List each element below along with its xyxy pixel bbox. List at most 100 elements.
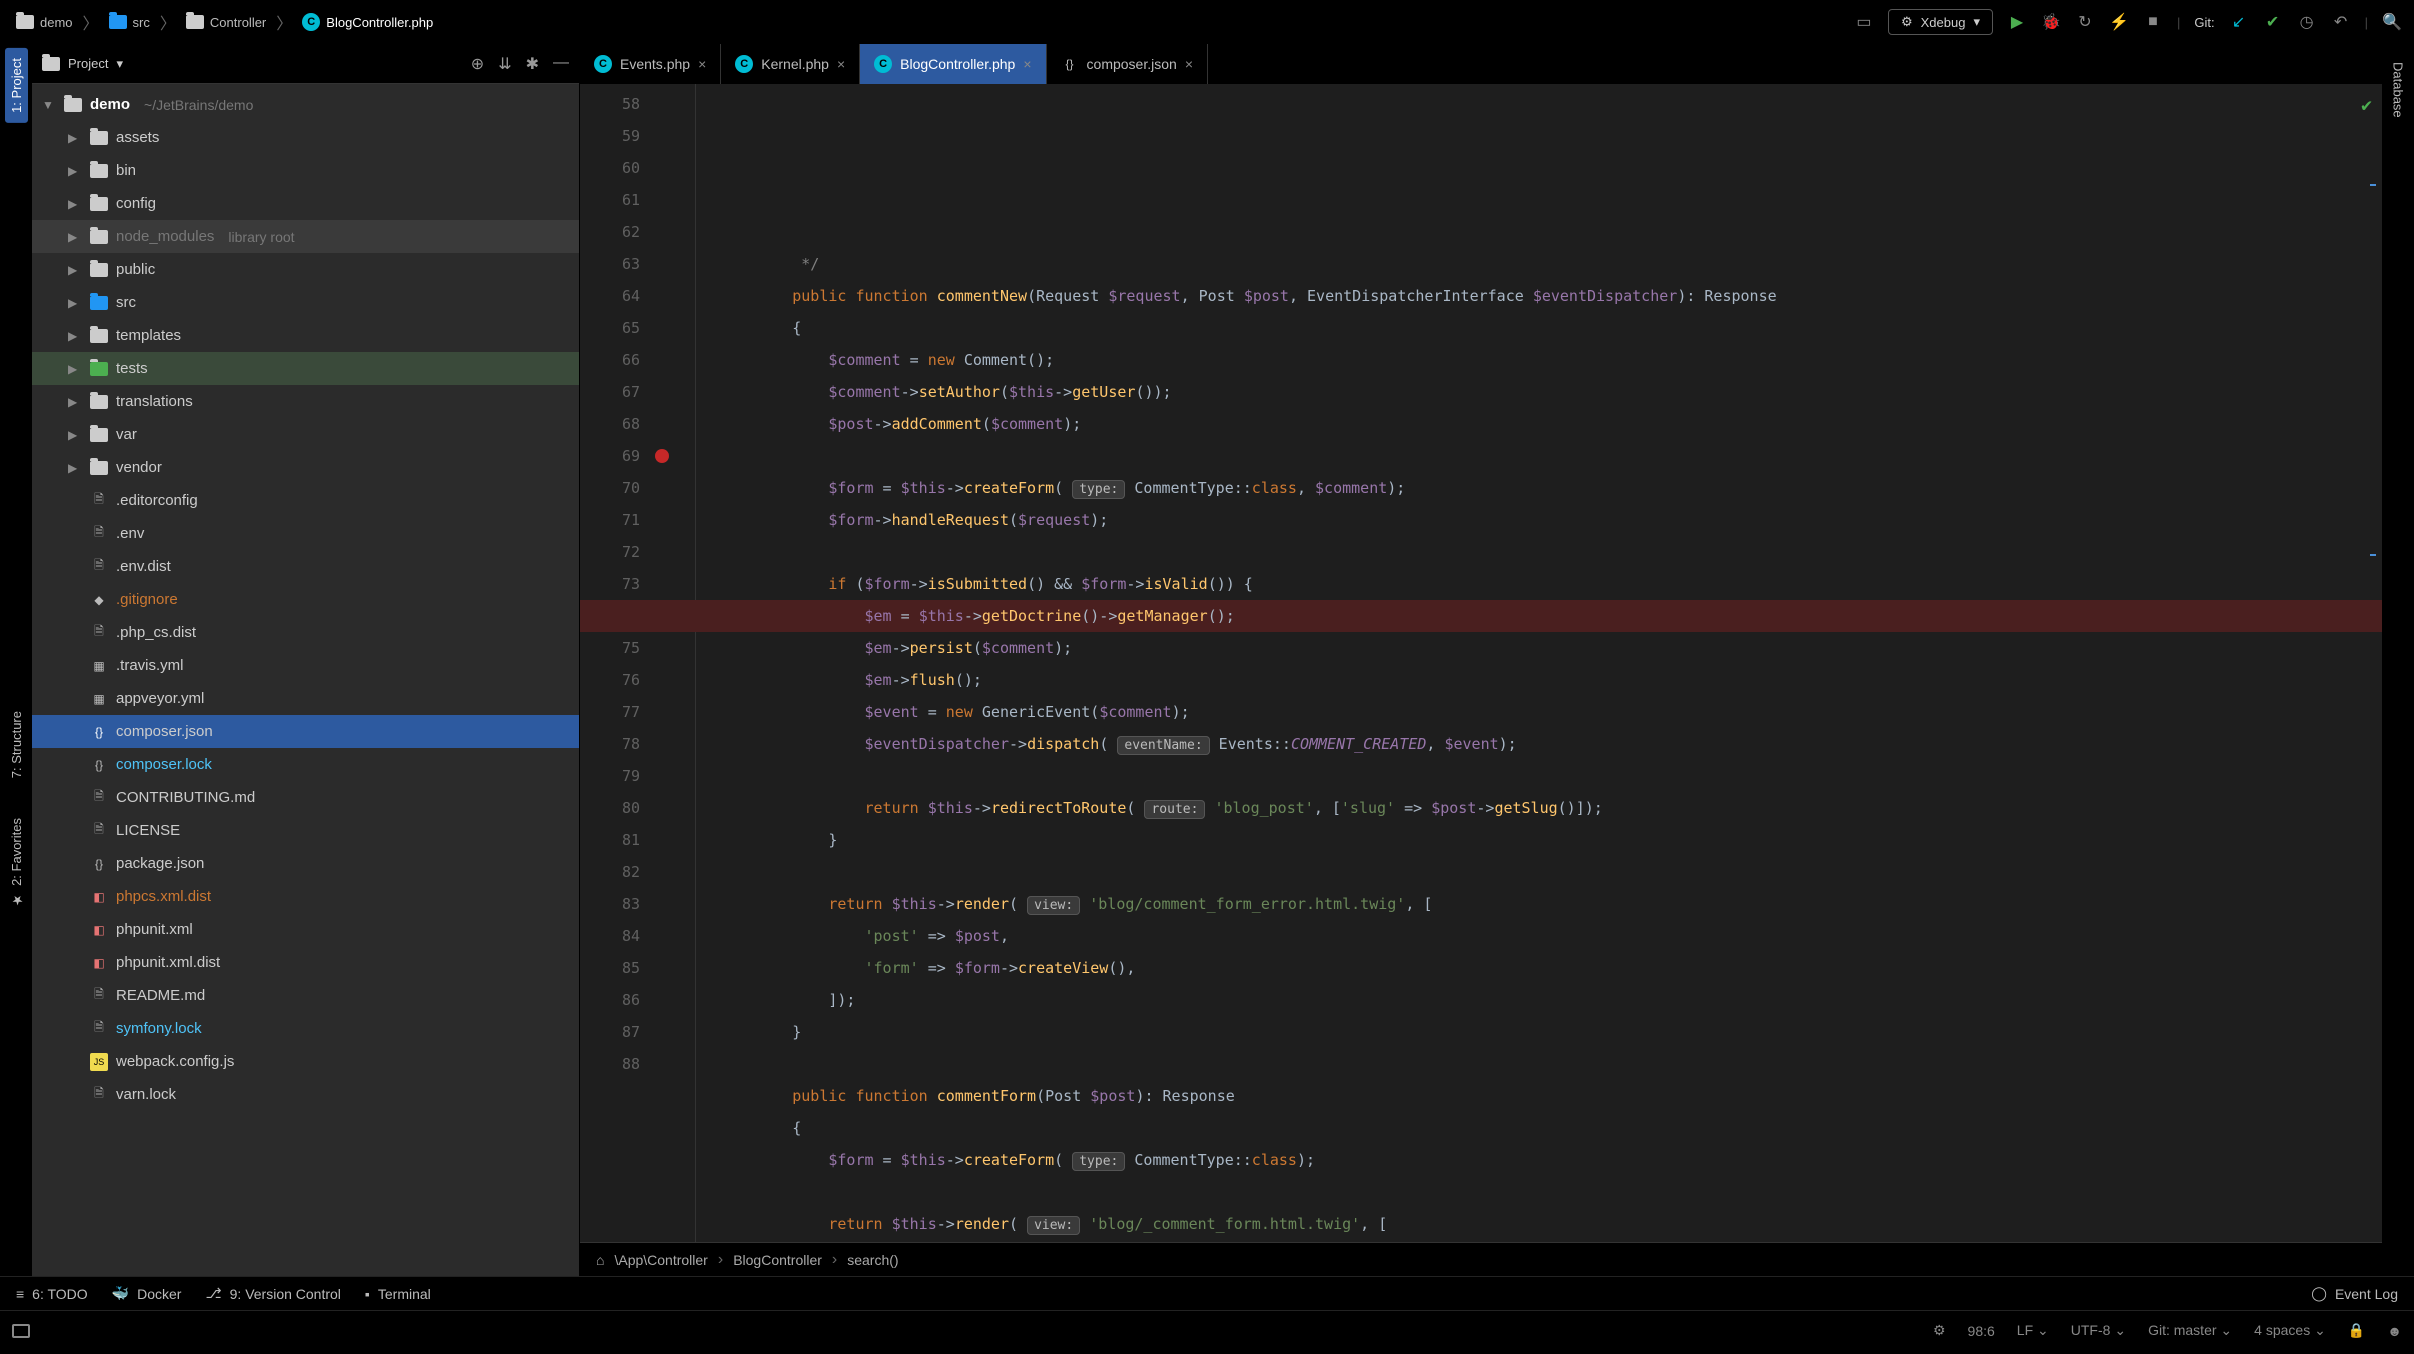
- tool-tab-project[interactable]: 1: Project: [5, 48, 28, 123]
- tree-twisty[interactable]: ▶: [68, 131, 82, 145]
- code-line[interactable]: $em->flush();: [720, 664, 2382, 696]
- tool-tab-favorites[interactable]: ★ 2: Favorites: [5, 808, 28, 917]
- tree-twisty[interactable]: ▶: [68, 428, 82, 442]
- tree-item[interactable]: ◧phpunit.xml.dist: [32, 946, 579, 979]
- tree-item[interactable]: ◧phpunit.xml: [32, 913, 579, 946]
- lock-icon[interactable]: 🔒: [2348, 1322, 2365, 1339]
- tree-item[interactable]: ▶node_moduleslibrary root: [32, 220, 579, 253]
- tree-item[interactable]: 🗎README.md: [32, 979, 579, 1012]
- code-line[interactable]: $eventDispatcher->dispatch( eventName: E…: [720, 728, 2382, 760]
- collapse-icon[interactable]: ⇊: [498, 54, 511, 74]
- fold-gutter[interactable]: [672, 84, 696, 1242]
- breadcrumb-item[interactable]: src: [105, 13, 154, 32]
- code-line[interactable]: $form = $this->createForm( type: Comment…: [720, 1144, 2382, 1176]
- tree-item[interactable]: 🗎symfony.lock: [32, 1012, 579, 1045]
- tree-item[interactable]: 🗎CONTRIBUTING.md: [32, 781, 579, 814]
- indent[interactable]: 4 spaces ⌄: [2254, 1322, 2326, 1339]
- breadcrumb-item[interactable]: Controller: [182, 13, 270, 32]
- git-branch[interactable]: Git: master ⌄: [2148, 1322, 2232, 1339]
- tree-item[interactable]: ▶assets: [32, 121, 579, 154]
- tree-twisty[interactable]: ▶: [68, 164, 82, 178]
- code-line[interactable]: {: [720, 1112, 2382, 1144]
- debug-icon[interactable]: 🐞: [2041, 12, 2061, 32]
- stop-icon[interactable]: ■: [2143, 12, 2163, 32]
- tree-item[interactable]: ◧phpcs.xml.dist: [32, 880, 579, 913]
- code-line[interactable]: {: [720, 312, 2382, 344]
- code-line[interactable]: $comment = new Comment();: [720, 344, 2382, 376]
- code-line[interactable]: $em = $this->getDoctrine()->getManager()…: [580, 600, 2382, 632]
- code-line[interactable]: [720, 856, 2382, 888]
- breakpoint-gutter[interactable]: [652, 84, 672, 1242]
- tree-item[interactable]: ▶src: [32, 286, 579, 319]
- tool-version-control[interactable]: ⎇ 9: Version Control: [205, 1285, 340, 1302]
- crumb-namespace[interactable]: \App\Controller: [614, 1252, 707, 1268]
- code-line[interactable]: $comment->setAuthor($this->getUser());: [720, 376, 2382, 408]
- hide-icon[interactable]: —: [553, 54, 569, 74]
- close-icon[interactable]: ×: [1023, 56, 1031, 72]
- code-line[interactable]: ]);: [720, 984, 2382, 1016]
- tool-todo[interactable]: ≡ 6: TODO: [16, 1286, 88, 1302]
- tree-item[interactable]: ▶translations: [32, 385, 579, 418]
- tree-item[interactable]: {}composer.lock: [32, 748, 579, 781]
- code-line[interactable]: 'post' => $post,: [720, 920, 2382, 952]
- tree-twisty[interactable]: ▶: [68, 230, 82, 244]
- tool-docker[interactable]: 🐳 Docker: [112, 1285, 182, 1302]
- close-icon[interactable]: ×: [698, 56, 706, 72]
- project-tree[interactable]: ▼demo~/JetBrains/demo▶assets▶bin▶config▶…: [32, 84, 579, 1276]
- crumb-class[interactable]: BlogController: [733, 1252, 822, 1268]
- inspector-icon[interactable]: ☻: [2387, 1323, 2402, 1339]
- tree-item[interactable]: ▦appveyor.yml: [32, 682, 579, 715]
- tree-item[interactable]: ▼demo~/JetBrains/demo: [32, 88, 579, 121]
- code-line[interactable]: return $this->render( view: 'blog/commen…: [720, 888, 2382, 920]
- code-line[interactable]: [720, 760, 2382, 792]
- close-icon[interactable]: ×: [1185, 56, 1193, 72]
- caret-position[interactable]: 98:6: [1968, 1323, 1995, 1339]
- editor-tab[interactable]: CEvents.php×: [580, 44, 721, 84]
- tree-item[interactable]: ▶config: [32, 187, 579, 220]
- marker-icon[interactable]: [2370, 184, 2376, 186]
- line-ending[interactable]: LF ⌄: [2017, 1322, 2049, 1339]
- editor-tab[interactable]: CBlogController.php×: [860, 44, 1046, 84]
- locate-icon[interactable]: ⊕: [471, 54, 484, 74]
- tree-item[interactable]: ▶var: [32, 418, 579, 451]
- encoding[interactable]: UTF-8 ⌄: [2071, 1322, 2126, 1339]
- code-line[interactable]: if ($form->isSubmitted() && $form->isVal…: [720, 568, 2382, 600]
- code-line[interactable]: $em->persist($comment);: [720, 632, 2382, 664]
- code-line[interactable]: $form = $this->createForm( type: Comment…: [720, 472, 2382, 504]
- tree-item[interactable]: 🗎varn.lock: [32, 1078, 579, 1111]
- code-line[interactable]: $post->addComment($comment);: [720, 408, 2382, 440]
- tree-twisty[interactable]: ▶: [68, 461, 82, 475]
- tree-twisty[interactable]: ▼: [42, 98, 56, 112]
- breakpoint-icon[interactable]: [655, 449, 669, 463]
- tree-item[interactable]: {}package.json: [32, 847, 579, 880]
- tree-twisty[interactable]: ▶: [68, 263, 82, 277]
- code-line[interactable]: [720, 1176, 2382, 1208]
- code-line[interactable]: [720, 1048, 2382, 1080]
- code-line[interactable]: [720, 536, 2382, 568]
- editor-tab[interactable]: CKernel.php×: [721, 44, 860, 84]
- code-line[interactable]: return $this->render( view: 'blog/_comme…: [720, 1208, 2382, 1240]
- tree-twisty[interactable]: ▶: [68, 197, 82, 211]
- close-icon[interactable]: ×: [837, 56, 845, 72]
- tool-windows-icon[interactable]: [12, 1324, 30, 1338]
- editor-tab[interactable]: {}composer.json×: [1047, 44, 1208, 84]
- settings-icon[interactable]: ✱: [526, 54, 539, 74]
- tree-item[interactable]: JSwebpack.config.js: [32, 1045, 579, 1078]
- git-commit-icon[interactable]: ✔: [2263, 12, 2283, 32]
- project-view-selector[interactable]: Project ▾: [42, 56, 123, 72]
- run-icon[interactable]: ▶: [2007, 12, 2027, 32]
- git-history-icon[interactable]: ◷: [2297, 12, 2317, 32]
- tree-twisty[interactable]: ▶: [68, 395, 82, 409]
- inspection-ok-icon[interactable]: ✔: [2361, 90, 2372, 122]
- code-line[interactable]: 'form' => $form->createView(),: [720, 952, 2382, 984]
- breadcrumb-item[interactable]: demo: [12, 13, 77, 32]
- marker-icon[interactable]: [2370, 554, 2376, 556]
- code-line[interactable]: */: [720, 248, 2382, 280]
- tree-item[interactable]: 🗎LICENSE: [32, 814, 579, 847]
- bg-tasks-icon[interactable]: ⚙: [1933, 1322, 1946, 1339]
- code-line[interactable]: public function commentForm(Post $post):…: [720, 1080, 2382, 1112]
- tool-tab-structure[interactable]: 7: Structure: [5, 701, 28, 788]
- tree-item[interactable]: ▶public: [32, 253, 579, 286]
- tree-item[interactable]: ▶templates: [32, 319, 579, 352]
- code-line[interactable]: }: [720, 1016, 2382, 1048]
